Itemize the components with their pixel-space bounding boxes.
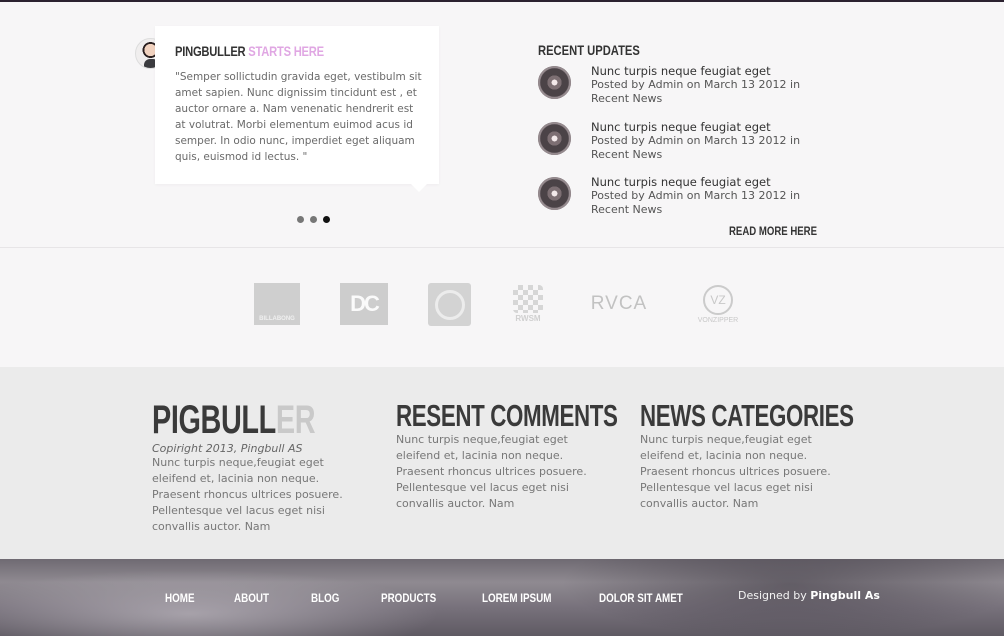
dc-logo: DC (340, 283, 388, 325)
slider-dot-2[interactable] (310, 216, 317, 223)
footer-comments-title: RESENT COMMENTS (396, 398, 618, 433)
element-logo-ring (434, 289, 465, 320)
footer-logo: PIGBULLER (152, 398, 316, 442)
billabong-logo: BILLABONG (254, 283, 300, 325)
vonzipper-logo-text: VONZIPPER (697, 316, 739, 324)
slider-dot-3[interactable] (323, 216, 330, 223)
footer-about-text: Nunc turpis neque,feugiat eget eleifend … (152, 456, 343, 533)
nav-dolor-sit-amet[interactable]: DOLOR SIT AMET (599, 591, 683, 605)
credit-link[interactable]: Pingbull As (810, 589, 880, 602)
footer-about: PIGBULLER Copiright 2013, Pingbull AS Nu… (152, 400, 362, 535)
rwsm-logo-text: RWSM (515, 314, 541, 323)
recent-updates-title: RECENT UPDATES (538, 42, 640, 58)
nav-home[interactable]: HOME (165, 591, 195, 605)
read-more-link[interactable]: READ MORE HERE (729, 224, 817, 238)
footer-categories-title: NEWS CATEGORIES (640, 398, 854, 433)
vonzipper-logo-mark: VZ (703, 284, 733, 315)
testimonial-title: PINGBULLER STARTS HERE (175, 43, 324, 59)
nav-products[interactable]: PRODUCTS (381, 591, 436, 605)
testimonial-title-main: PINGBULLER (175, 43, 246, 59)
rwsm-logo-mark (513, 285, 543, 313)
footer-nav: HOME ABOUT BLOG PRODUCTS LOREM IPSUM DOL… (165, 591, 702, 605)
credit-prefix: Designed by (738, 589, 807, 602)
testimonial-quote: "Semper sollictudin gravida eget, vestib… (175, 71, 422, 163)
update-meta: Posted by Admin on March 13 2012 in Rece… (591, 78, 801, 105)
slider-pagination (297, 216, 330, 223)
top-border (0, 0, 1004, 2)
footer-info: PIGBULLER Copiright 2013, Pingbull AS Nu… (0, 367, 1004, 559)
rvca-logo: RVCA (583, 283, 655, 325)
update-thumbnail[interactable] (538, 177, 571, 210)
slider-dot-1[interactable] (297, 216, 304, 223)
copyright-text: Copiright 2013, Pingbull AS (152, 442, 303, 455)
footer-comments: RESENT COMMENTS Nunc turpis neque,feugia… (396, 398, 618, 512)
rvca-logo-text: RVCA (590, 293, 648, 314)
update-thumbnail[interactable] (538, 122, 571, 155)
footer-categories: NEWS CATEGORIES Nunc turpis neque,feugia… (640, 398, 854, 512)
vonzipper-logo: VZ VONZIPPER (692, 283, 744, 325)
rwsm-logo: RWSM (510, 283, 546, 325)
update-meta: Posted by Admin on March 13 2012 in Rece… (591, 134, 801, 161)
billabong-logo-text: BILLABONG (259, 316, 295, 322)
nav-blog[interactable]: BLOG (311, 591, 339, 605)
footer-categories-text: Nunc turpis neque,feugiat eget eleifend … (640, 433, 831, 510)
footer-comments-text: Nunc turpis neque,feugiat eget eleifend … (396, 433, 587, 510)
update-meta: Posted by Admin on March 13 2012 in Rece… (591, 189, 801, 216)
element-logo (428, 283, 471, 326)
nav-about[interactable]: ABOUT (234, 591, 269, 605)
designer-credit: Designed by Pingbull As (738, 589, 880, 602)
section-divider (0, 247, 1004, 248)
update-thumbnail[interactable] (538, 66, 571, 99)
nav-lorem-ipsum[interactable]: LOREM IPSUM (482, 591, 551, 605)
dc-logo-text: DC (350, 291, 380, 316)
footer-logo-dark: PIGBULL (152, 398, 276, 442)
update-title[interactable]: Nunc turpis neque feugiat eget (591, 64, 771, 78)
testimonial-card: PINGBULLER STARTS HERE "Semper sollictud… (155, 26, 439, 192)
testimonial-title-accent: STARTS HERE (248, 43, 324, 59)
update-title[interactable]: Nunc turpis neque feugiat eget (591, 175, 771, 189)
update-item: Nunc turpis neque feugiat eget Posted by… (538, 120, 848, 172)
update-title[interactable]: Nunc turpis neque feugiat eget (591, 120, 771, 134)
footer-logo-light: ER (275, 398, 316, 442)
update-item: Nunc turpis neque feugiat eget Posted by… (538, 64, 848, 116)
update-item: Nunc turpis neque feugiat eget Posted by… (538, 175, 848, 227)
